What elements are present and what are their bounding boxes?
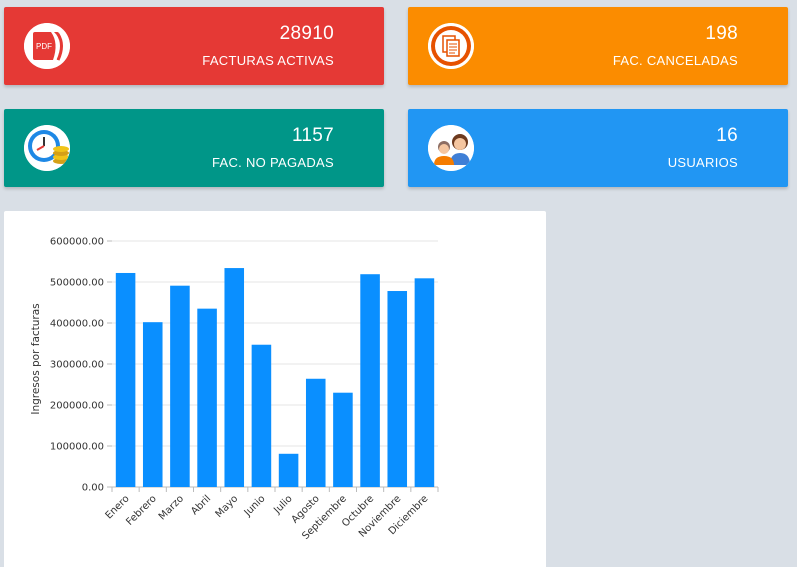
y-tick-label: 400000.00 <box>50 319 104 330</box>
bar-diciembre[interactable] <box>414 278 435 487</box>
x-tick-label: Febrero <box>124 493 158 527</box>
facturas-activas-value: 28910 <box>279 23 334 44</box>
clock-coins-icon <box>24 125 70 171</box>
bar-julio[interactable] <box>278 453 299 487</box>
y-tick-label: 500000.00 <box>50 278 104 289</box>
fac-no-pagadas-label: FAC. NO PAGADAS <box>211 155 334 170</box>
bar-agosto[interactable] <box>305 378 326 487</box>
y-tick-label: 600000.00 <box>50 237 104 248</box>
y-tick-label: 0.00 <box>82 483 104 494</box>
svg-text:PDF: PDF <box>36 42 52 51</box>
revenue-chart-panel: 0.00 100000.00 200000.00 300000.00 400000.00… <box>4 211 546 567</box>
bar-febrero[interactable] <box>142 322 163 487</box>
document-copy-icon <box>428 23 474 69</box>
bar-junio[interactable] <box>251 344 272 487</box>
x-tick-label: Marzo <box>157 493 186 522</box>
bar-marzo[interactable] <box>170 285 190 487</box>
revenue-bar-chart: 0.00 100000.00 200000.00 300000.00 400000.00… <box>30 237 439 542</box>
fac-canceladas-value: 198 <box>705 23 738 44</box>
usuarios-value: 16 <box>716 125 738 146</box>
y-tick-label: 200000.00 <box>50 401 104 412</box>
card-facturas-activas[interactable]: PDF 28910 FACTURAS ACTIVAS <box>4 7 384 85</box>
fac-no-pagadas-value: 1157 <box>291 125 334 146</box>
y-tick-label: 100000.00 <box>50 442 104 453</box>
usuarios-label: USUARIOS <box>667 155 738 170</box>
card-usuarios[interactable]: 16 USUARIOS <box>408 109 788 187</box>
pdf-icon: PDF <box>24 23 70 69</box>
fac-canceladas-label: FAC. CANCELADAS <box>612 53 738 68</box>
bar-noviembre[interactable] <box>387 291 408 487</box>
facturas-activas-label: FACTURAS ACTIVAS <box>202 53 334 68</box>
bar-abril[interactable] <box>197 308 217 487</box>
users-icon <box>428 125 474 171</box>
bar-octubre[interactable] <box>360 274 380 487</box>
x-tick-label: Abril <box>189 493 213 517</box>
x-tick-label: Mayo <box>214 493 241 520</box>
y-tick-label: 300000.00 <box>50 360 104 371</box>
y-axis-label: Ingresos por facturas <box>30 303 42 414</box>
bar-septiembre[interactable] <box>333 392 353 487</box>
x-tick-label: Julio <box>271 493 294 516</box>
bar-mayo[interactable] <box>224 268 245 487</box>
card-fac-canceladas[interactable]: 198 FAC. CANCELADAS <box>408 7 788 85</box>
x-tick-label: Junio <box>242 493 268 519</box>
bar-enero[interactable] <box>115 272 136 487</box>
card-fac-no-pagadas[interactable]: 1157 FAC. NO PAGADAS <box>4 109 384 187</box>
